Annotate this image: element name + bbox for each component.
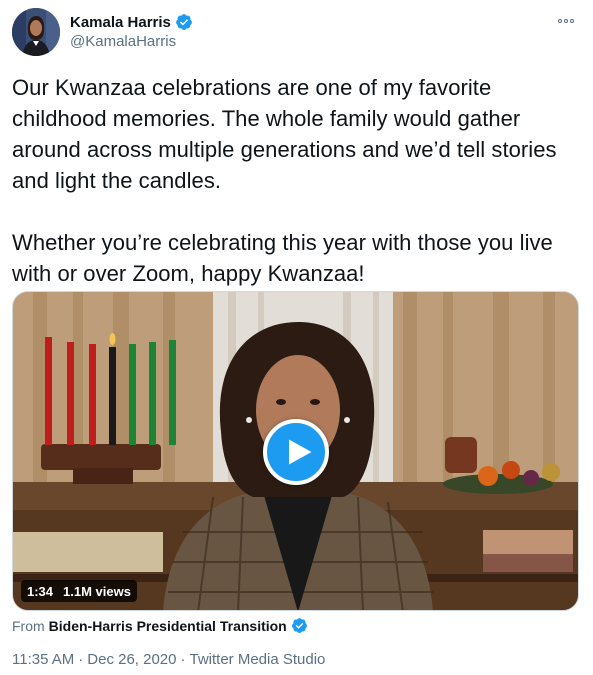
tweet-timestamp[interactable]: 11:35 AM [12,651,74,668]
author-name-row: Kamala Harris [70,13,193,31]
tweet-paragraph: Whether you’re celebrating this year wit… [12,230,553,286]
tweet-metadata: 11:35 AM · Dec 26, 2020 · Twitter Media … [12,651,325,668]
source-label: From [12,617,45,634]
source-name[interactable]: Biden-Harris Presidential Transition [49,618,287,634]
play-icon [288,439,311,465]
video-views: 1.1M views [63,583,131,599]
verified-badge-icon [176,14,192,30]
author-name[interactable]: Kamala Harris [70,14,171,31]
tweet-text: Our Kwanzaa celebrations are one of my f… [12,72,582,289]
video-player[interactable]: 1:34 1.1M views [12,291,579,611]
avatar[interactable] [12,8,60,56]
more-options-icon[interactable] [553,10,579,32]
source-attribution: From Biden-Harris Presidential Transitio… [12,617,308,634]
meta-separator: · [78,651,84,668]
play-button[interactable] [263,419,329,485]
tweet-paragraph: Our Kwanzaa celebrations are one of my f… [12,75,557,193]
meta-separator: · [180,651,186,668]
tweet-date[interactable]: Dec 26, 2020 [87,651,176,668]
video-duration: 1:34 [27,583,54,599]
tweet-client[interactable]: Twitter Media Studio [190,651,326,668]
tweet: Kamala Harris @KamalaHarris Our Kwanzaa … [0,0,593,675]
video-stats-badge: 1:34 1.1M views [21,580,137,602]
verified-badge-icon [291,618,307,633]
author-handle[interactable]: @KamalaHarris [70,33,176,50]
